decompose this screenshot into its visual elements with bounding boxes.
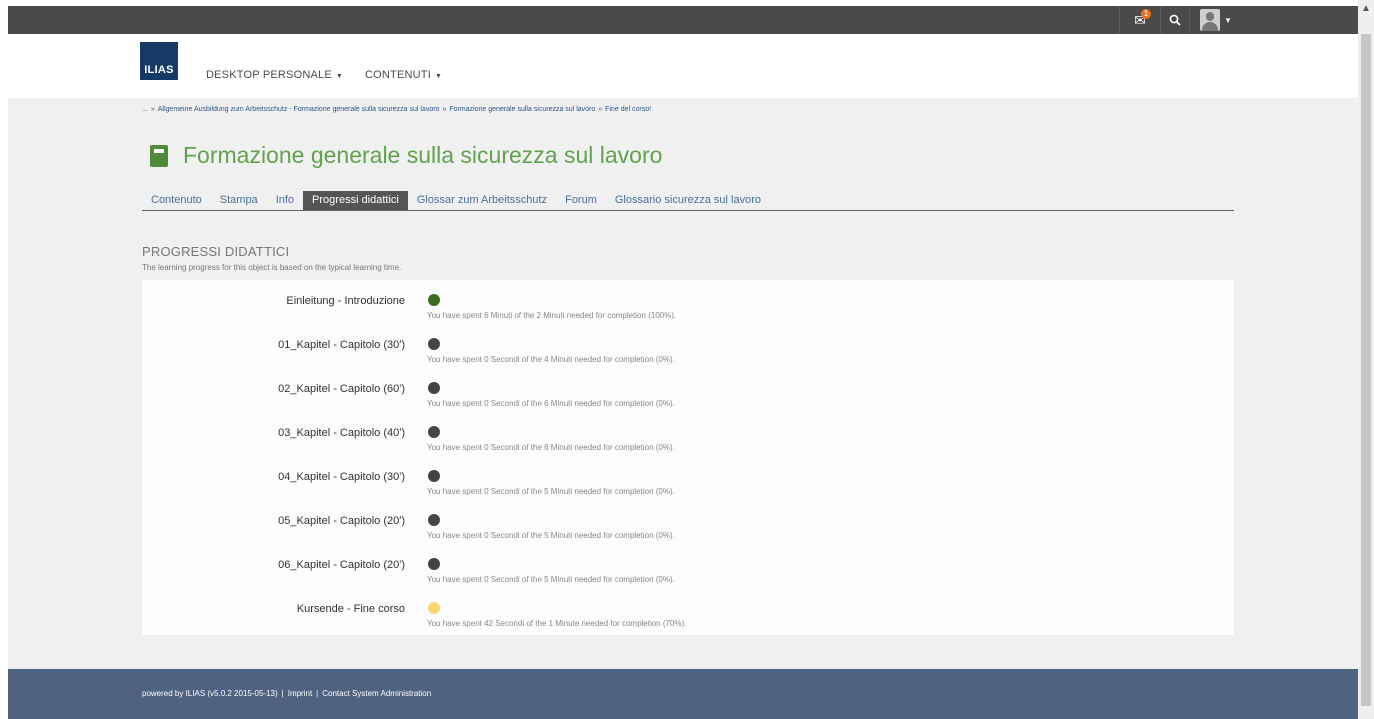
chevron-down-icon: ▼	[434, 73, 443, 80]
breadcrumb-separator: »	[598, 106, 603, 113]
chapter-label[interactable]: 01_Kapitel - Capitolo (30')	[278, 339, 405, 351]
tab-forum[interactable]: Forum	[556, 191, 606, 210]
search-button[interactable]	[1160, 6, 1189, 34]
top-bar: ✉ 1 ▼	[8, 6, 1358, 34]
progress-row: Kursende - Fine corso You have spent 42 …	[142, 592, 1234, 636]
nav-desktop-personale[interactable]: DESKTOP PERSONALE ▼	[206, 69, 343, 81]
section-subtitle: The learning progress for this object is…	[142, 263, 402, 272]
progress-text: You have spent 0 Secondi of the 6 Minuti…	[427, 443, 675, 452]
mail-badge: 1	[1141, 9, 1151, 19]
nav-label: DESKTOP PERSONALE	[206, 69, 332, 81]
tab-bar: Contenuto Stampa Info Progressi didattic…	[142, 190, 1234, 211]
breadcrumb-ellipsis[interactable]: ...	[142, 106, 148, 113]
chapter-label[interactable]: 02_Kapitel - Capitolo (60')	[278, 383, 405, 395]
page: ✉ 1 ▼ ▲ ILIAS DESKTOP PERSONALE ▼ CONTENU…	[0, 0, 1374, 719]
learning-module-icon	[150, 144, 168, 167]
top-bar-icons: ✉ 1 ▼	[1119, 6, 1242, 34]
breadcrumb: ...» Allgemeine Ausbildung zum Arbeitssch…	[142, 106, 651, 113]
progress-row: 04_Kapitel - Capitolo (30') You have spe…	[142, 460, 1234, 504]
ilias-logo[interactable]: ILIAS	[140, 42, 178, 80]
breadcrumb-item[interactable]: Fine del corso!	[605, 106, 651, 113]
chevron-down-icon: ▼	[1224, 15, 1232, 25]
user-menu-button[interactable]: ▼	[1189, 6, 1242, 34]
progress-text: You have spent 6 Minuti of the 2 Minuti …	[427, 311, 677, 320]
contact-admin-link[interactable]: Contact System Administration	[322, 689, 431, 698]
powered-by-text: powered by ILIAS (v5.0.2 2015-05-13)	[142, 689, 278, 698]
scroll-up-icon[interactable]: ▲	[1361, 3, 1371, 14]
tab-glossario-sicurezza[interactable]: Glossario sicurezza sul lavoro	[606, 191, 770, 210]
progress-text: You have spent 0 Secondi of the 5 Minuti…	[427, 531, 675, 540]
tab-glossar-arbeitsschutz[interactable]: Glossar zum Arbeitsschutz	[408, 191, 556, 210]
tab-progressi-didattici[interactable]: Progressi didattici	[303, 191, 408, 210]
chevron-down-icon: ▼	[335, 73, 344, 80]
breadcrumb-separator: »	[150, 106, 155, 113]
chapter-label[interactable]: 06_Kapitel - Capitolo (20')	[278, 559, 405, 571]
tab-stampa[interactable]: Stampa	[211, 191, 267, 210]
breadcrumb-separator: »	[442, 106, 447, 113]
mail-button[interactable]: ✉ 1	[1119, 6, 1160, 34]
chapter-label[interactable]: 03_Kapitel - Capitolo (40')	[278, 427, 405, 439]
status-dot-icon	[428, 514, 440, 526]
progress-text: You have spent 0 Secondi of the 5 Minuti…	[427, 487, 675, 496]
footer-separator: |	[316, 689, 319, 698]
progress-row: 06_Kapitel - Capitolo (20') You have spe…	[142, 548, 1234, 592]
status-dot-icon	[428, 602, 440, 614]
status-dot-icon	[428, 426, 440, 438]
scrollbar[interactable]: ▲	[1358, 0, 1374, 719]
page-title: Formazione generale sulla sicurezza sul …	[183, 142, 663, 168]
section-title: PROGRESSI DIDATTICI	[142, 244, 290, 259]
title-row: Formazione generale sulla sicurezza sul …	[150, 142, 662, 169]
chapter-label[interactable]: 05_Kapitel - Capitolo (20')	[278, 515, 405, 527]
chapter-label[interactable]: 04_Kapitel - Capitolo (30')	[278, 471, 405, 483]
imprint-link[interactable]: Imprint	[288, 689, 312, 698]
search-icon	[1169, 14, 1181, 26]
progress-row: Einleitung - Introduzione You have spent…	[142, 284, 1234, 328]
status-dot-icon	[428, 470, 440, 482]
progress-row: 03_Kapitel - Capitolo (40') You have spe…	[142, 416, 1234, 460]
progress-row: 02_Kapitel - Capitolo (60') You have spe…	[142, 372, 1234, 416]
scrollbar-thumb[interactable]	[1361, 34, 1371, 706]
progress-row: 05_Kapitel - Capitolo (20') You have spe…	[142, 504, 1234, 548]
footer-text: powered by ILIAS (v5.0.2 2015-05-13) | Imp…	[142, 689, 431, 698]
logo-text: ILIAS	[144, 64, 174, 76]
breadcrumb-item[interactable]: Allgemeine Ausbildung zum Arbeitsschutz …	[158, 106, 440, 113]
user-avatar-icon	[1200, 9, 1221, 31]
nav-label: CONTENUTI	[365, 69, 431, 81]
status-dot-icon	[428, 338, 440, 350]
nav-contenuti[interactable]: CONTENUTI ▼	[365, 69, 442, 81]
progress-text: You have spent 0 Secondi of the 4 Minuti…	[427, 355, 675, 364]
progress-text: You have spent 0 Secondi of the 6 Minuti…	[427, 399, 675, 408]
status-dot-icon	[428, 382, 440, 394]
status-dot-icon	[428, 558, 440, 570]
breadcrumb-item[interactable]: Formazione generale sulla sicurezza sul …	[449, 106, 595, 113]
tab-contenuto[interactable]: Contenuto	[142, 191, 211, 210]
chapter-label[interactable]: Kursende - Fine corso	[297, 603, 405, 615]
chapter-label[interactable]: Einleitung - Introduzione	[286, 295, 405, 307]
progress-text: You have spent 0 Secondi of the 5 Minuti…	[427, 575, 675, 584]
progress-panel: Einleitung - Introduzione You have spent…	[142, 280, 1234, 635]
tab-info[interactable]: Info	[267, 191, 303, 210]
progress-row: 01_Kapitel - Capitolo (30') You have spe…	[142, 328, 1234, 372]
status-dot-icon	[428, 294, 440, 306]
header: ILIAS DESKTOP PERSONALE ▼ CONTENUTI ▼	[8, 34, 1358, 98]
main-nav: DESKTOP PERSONALE ▼ CONTENUTI ▼	[206, 69, 442, 81]
progress-text: You have spent 42 Secondi of the 1 Minut…	[427, 619, 687, 628]
main-content: ...» Allgemeine Ausbildung zum Arbeitssch…	[8, 98, 1358, 669]
footer-separator: |	[281, 689, 284, 698]
footer: powered by ILIAS (v5.0.2 2015-05-13) | Imp…	[8, 669, 1358, 719]
